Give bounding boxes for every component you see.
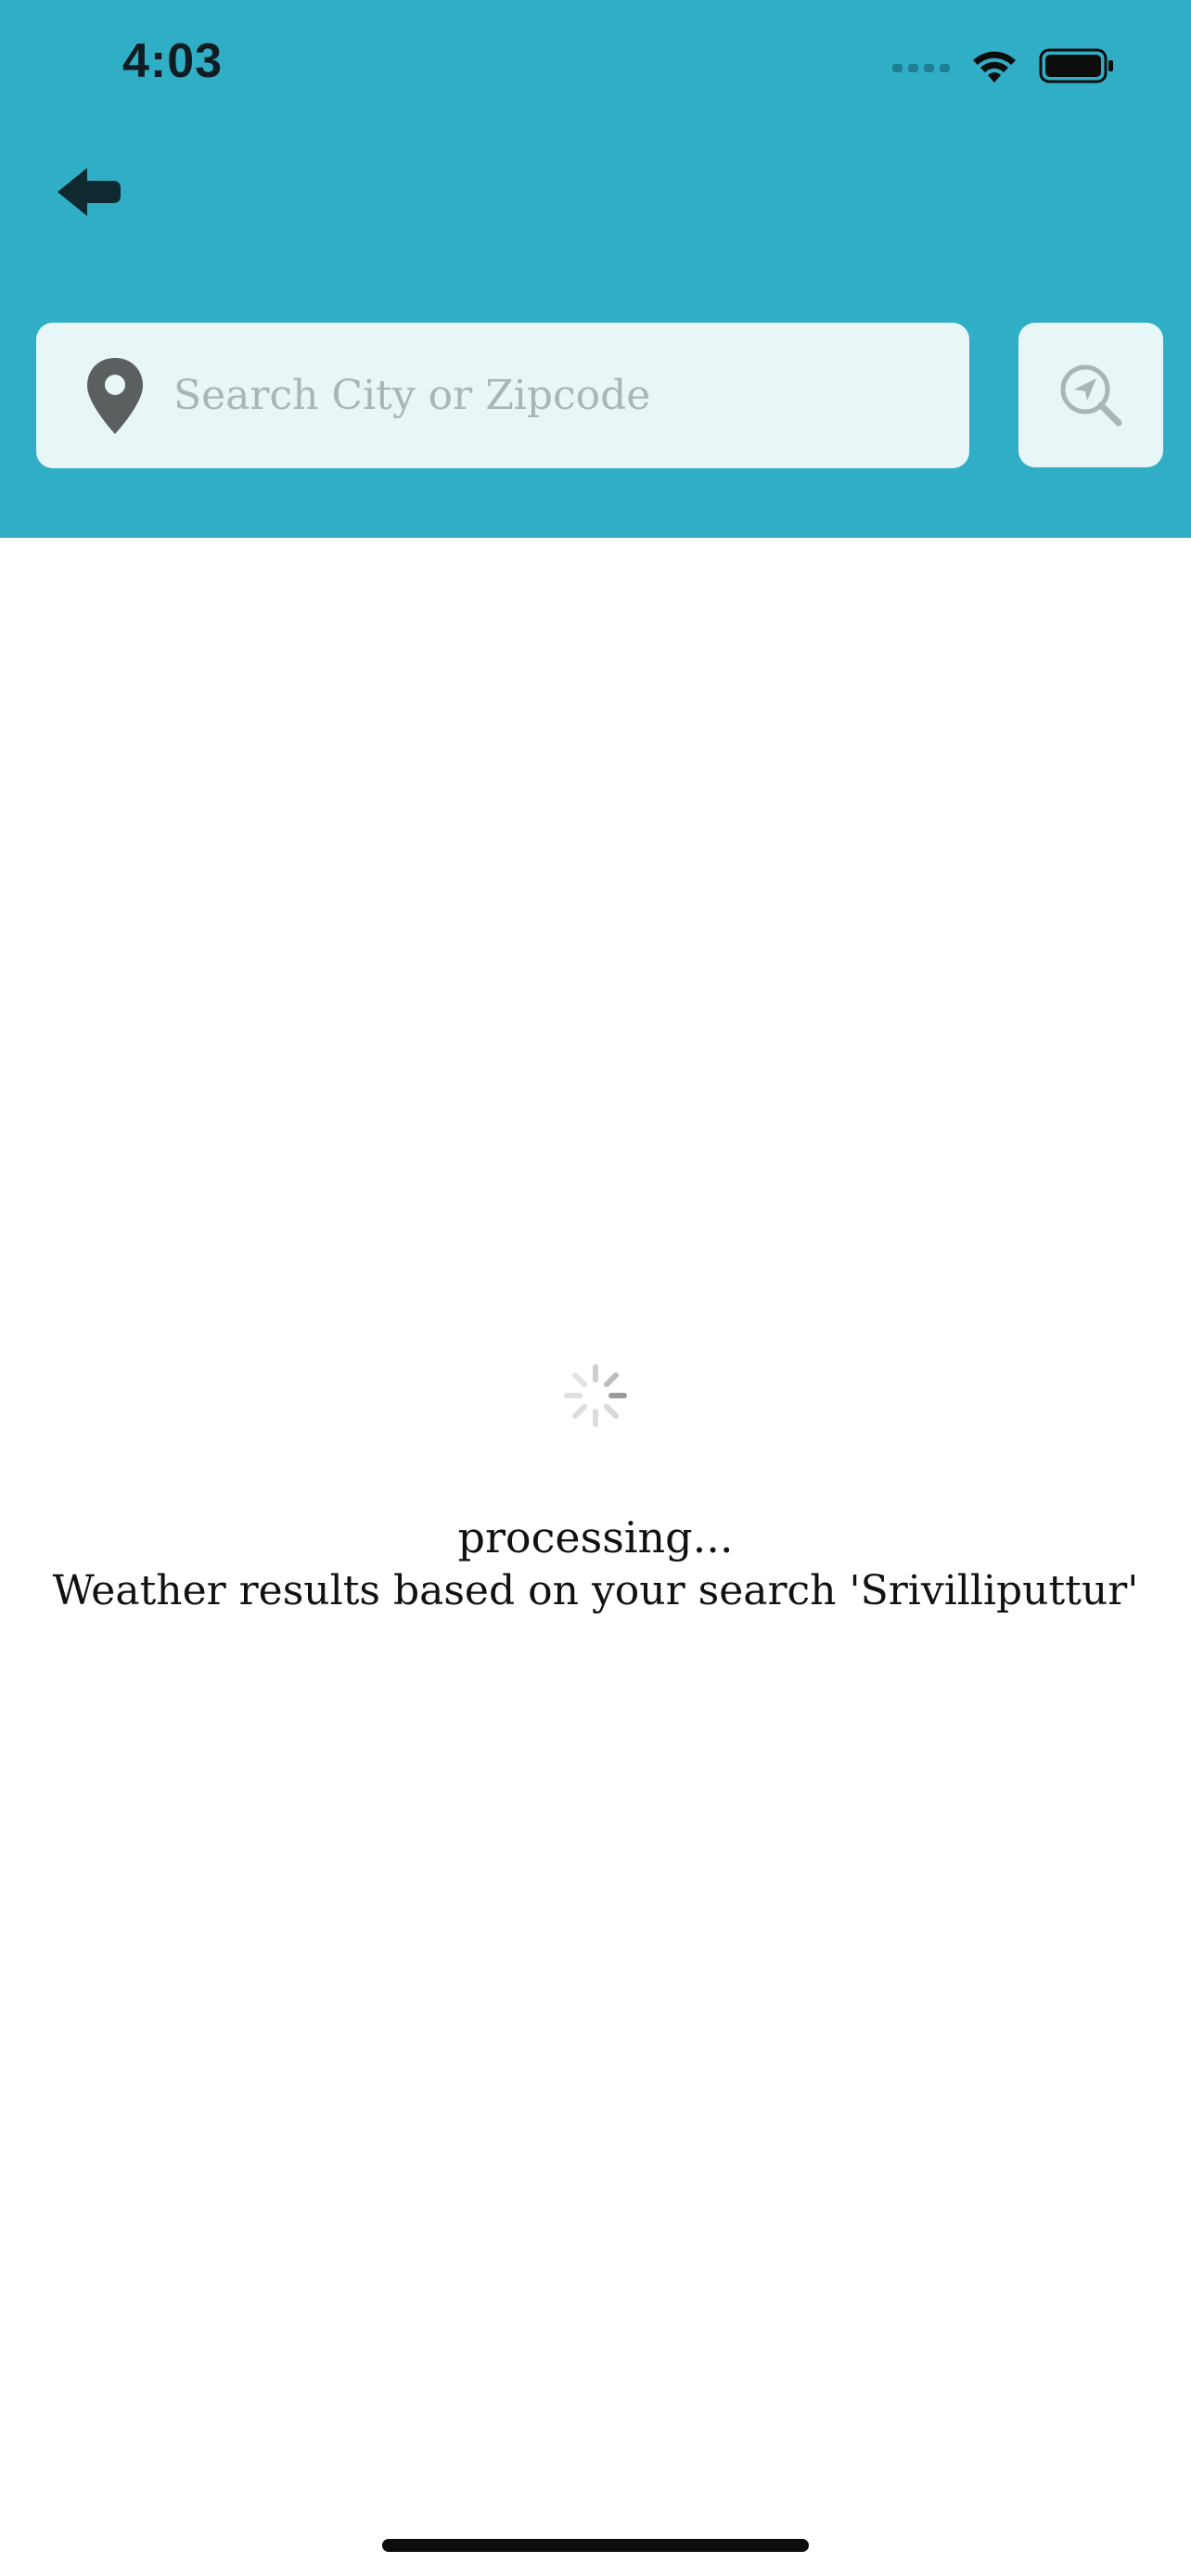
search-field[interactable] <box>36 323 969 468</box>
cellular-signal-icon <box>892 64 950 72</box>
processing-status: processing... <box>457 1512 734 1562</box>
weather-search-screen: 4:03 Search City or Zipcode processing..… <box>0 0 1191 2576</box>
home-indicator[interactable] <box>382 2539 809 2552</box>
header: 4:03 <box>0 0 1191 538</box>
status-time: 4:03 <box>122 34 224 88</box>
search-input[interactable] <box>173 323 934 468</box>
location-pin-icon <box>87 358 143 434</box>
back-button[interactable] <box>52 159 126 224</box>
location-search-icon <box>1060 364 1122 427</box>
locate-button[interactable] <box>1018 323 1163 467</box>
wifi-icon <box>973 51 1016 83</box>
battery-icon <box>1039 48 1113 83</box>
status-icons <box>892 43 1115 89</box>
back-arrow-icon <box>58 168 121 216</box>
search-results-message: Weather results based on your search 'Sr… <box>52 1567 1139 1614</box>
loading-spinner-icon <box>564 1364 627 1427</box>
